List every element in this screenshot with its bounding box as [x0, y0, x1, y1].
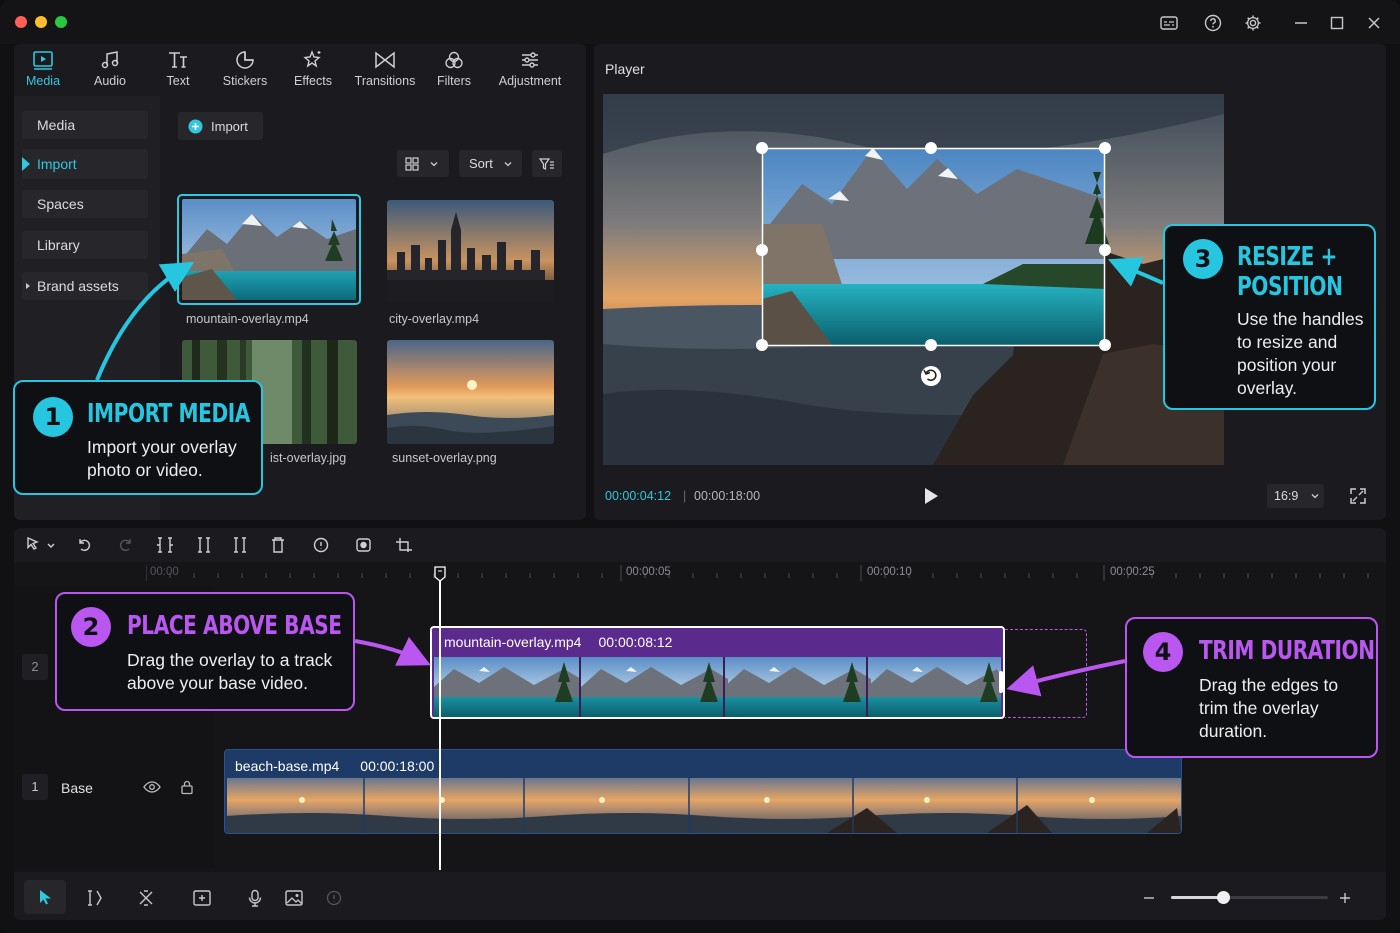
callout-import-media: 1 IMPORT MEDIA Import your overlay photo…: [13, 380, 263, 495]
callout-number: 4: [1143, 632, 1183, 672]
callout-description: Drag the edges to trim the overlay durat…: [1199, 675, 1339, 741]
callout-resize-position: 3 RESIZE + POSITION Use the handles to r…: [1163, 224, 1376, 410]
callout-description: Drag the overlay to a track above your b…: [127, 650, 333, 693]
callout-title: IMPORT MEDIA: [87, 399, 250, 429]
arrow-4: [1006, 659, 1126, 697]
callout-description: Import your overlay photo or video.: [87, 437, 237, 480]
callout-trim-duration: 4 TRIM DURATION Drag the edges to trim t…: [1125, 617, 1378, 758]
callout-title: PLACE ABOVE BASE: [127, 611, 342, 641]
arrow-2: [354, 636, 431, 666]
app-window: Media Audio Text Stickers Effects Transi…: [0, 0, 1400, 933]
callout-title: RESIZE + POSITION: [1237, 242, 1343, 302]
callout-title: TRIM DURATION: [1199, 636, 1375, 666]
callout-number: 2: [71, 607, 111, 647]
callout-number: 3: [1183, 239, 1223, 279]
callout-number: 1: [33, 397, 73, 437]
arrow-1: [95, 261, 195, 381]
arrow-3: [1107, 257, 1164, 287]
callout-description: Use the handles to resize and position y…: [1237, 309, 1364, 398]
callout-place-above-base: 2 PLACE ABOVE BASE Drag the overlay to a…: [55, 592, 355, 711]
